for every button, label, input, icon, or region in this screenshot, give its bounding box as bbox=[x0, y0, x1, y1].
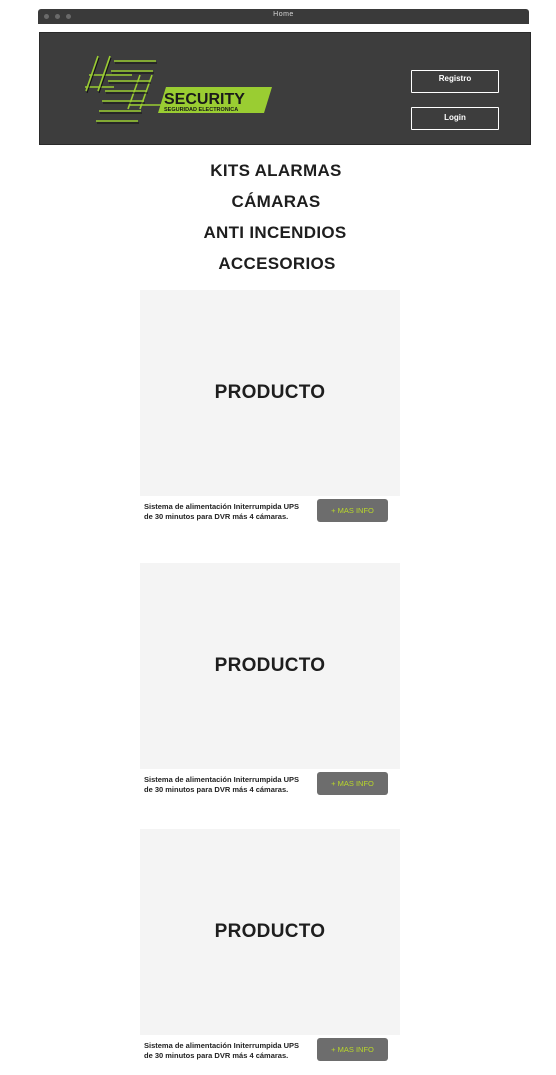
product-image[interactable]: PRODUCTO bbox=[140, 563, 400, 769]
more-info-button[interactable]: + MAS INFO bbox=[317, 772, 388, 795]
product-card: PRODUCTO Sistema de alimentación Initerr… bbox=[140, 829, 400, 1061]
login-button[interactable]: Login bbox=[411, 107, 499, 130]
logo-brand-text: SECURITY bbox=[164, 91, 245, 108]
more-info-button[interactable]: + MAS INFO bbox=[317, 1038, 388, 1061]
product-card: PRODUCTO Sistema de alimentación Initerr… bbox=[140, 290, 400, 522]
nav-item-anti-incendios[interactable]: ANTI INCENDIOS bbox=[0, 220, 556, 251]
product-card: PRODUCTO Sistema de alimentación Initerr… bbox=[140, 563, 400, 795]
site-header: SECURITY SEGURIDAD ELECTRONICA Registro … bbox=[39, 32, 531, 145]
product-description: Sistema de alimentación Initerrumpida UP… bbox=[144, 775, 300, 794]
product-image-label: PRODUCTO bbox=[214, 382, 326, 403]
main-navigation: KITS ALARMAS CÁMARAS ANTI INCENDIOS ACCE… bbox=[0, 158, 556, 282]
more-info-button[interactable]: + MAS INFO bbox=[317, 499, 388, 522]
product-image[interactable]: PRODUCTO bbox=[140, 290, 400, 496]
window-title-bar: Home bbox=[38, 9, 529, 24]
nav-item-camaras[interactable]: CÁMARAS bbox=[0, 189, 556, 220]
nav-item-accesorios[interactable]: ACCESORIOS bbox=[0, 251, 556, 282]
product-image-label: PRODUCTO bbox=[214, 655, 326, 676]
product-image[interactable]: PRODUCTO bbox=[140, 829, 400, 1035]
hs-security-logo[interactable]: SECURITY SEGURIDAD ELECTRONICA bbox=[84, 53, 274, 125]
product-image-label: PRODUCTO bbox=[214, 921, 326, 942]
register-button[interactable]: Registro bbox=[411, 70, 499, 93]
product-description: Sistema de alimentación Initerrumpida UP… bbox=[144, 502, 300, 521]
product-description: Sistema de alimentación Initerrumpida UP… bbox=[144, 1041, 300, 1060]
window-title: Home bbox=[273, 11, 294, 18]
nav-item-kits-alarmas[interactable]: KITS ALARMAS bbox=[0, 158, 556, 189]
logo-tagline-text: SEGURIDAD ELECTRONICA bbox=[164, 107, 238, 113]
